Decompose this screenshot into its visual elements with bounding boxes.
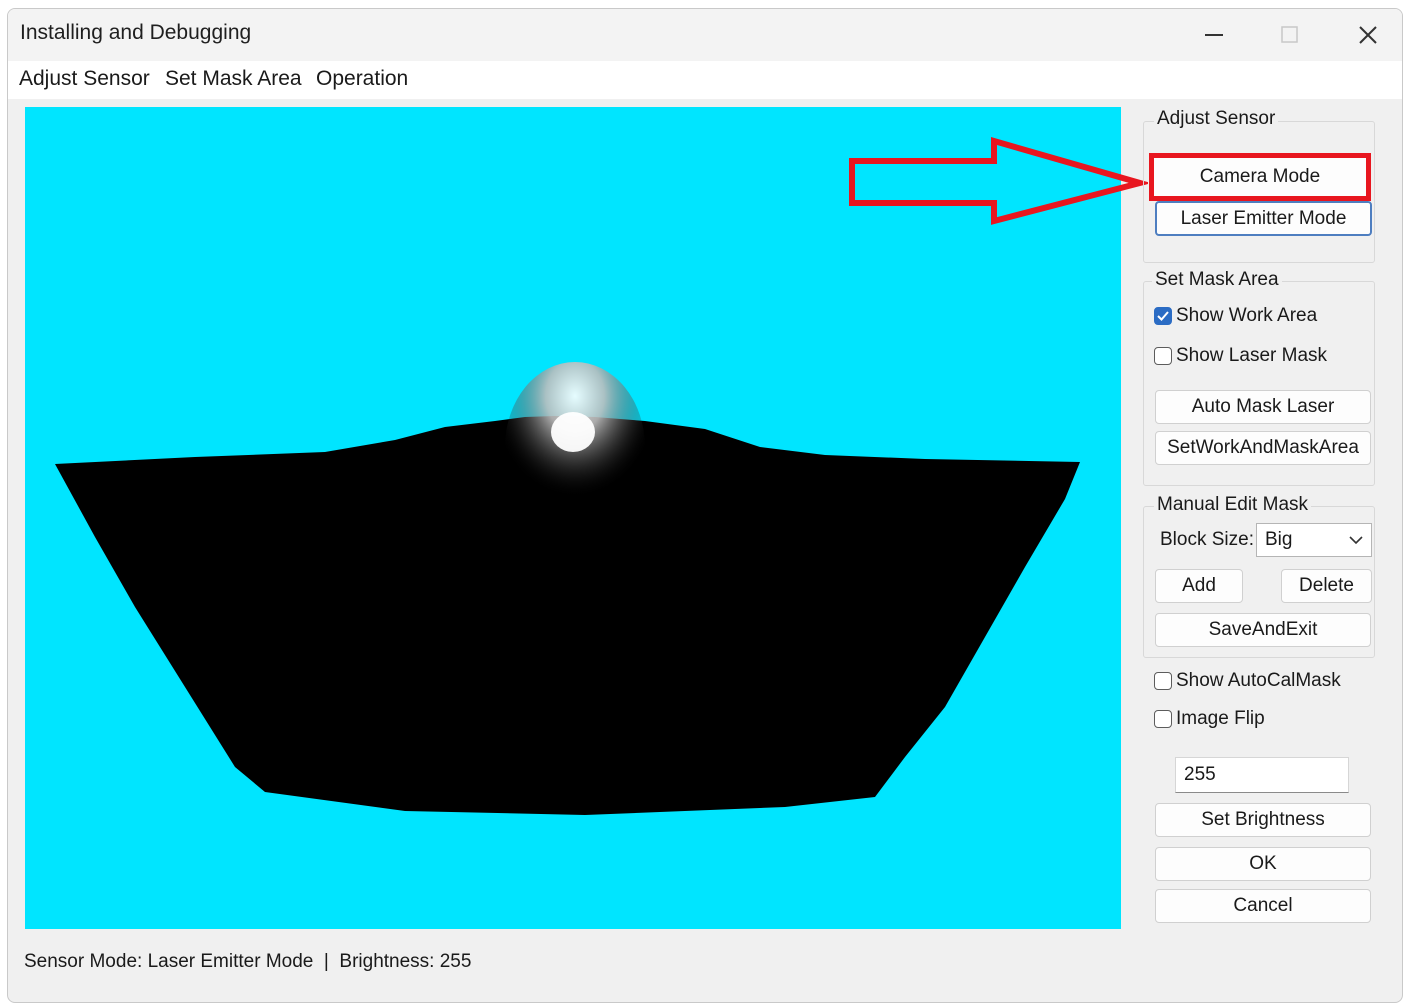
delete-button[interactable]: Delete xyxy=(1281,569,1372,603)
menu-adjust-sensor[interactable]: Adjust Sensor xyxy=(19,67,150,91)
show-autocalmask-checkbox[interactable]: Show AutoCalMask xyxy=(1154,670,1341,692)
image-flip-label: Image Flip xyxy=(1176,708,1265,729)
brightness-input[interactable]: 255 xyxy=(1175,757,1349,793)
minimize-button[interactable] xyxy=(1192,15,1236,55)
block-size-value: Big xyxy=(1265,529,1293,550)
set-work-and-mask-area-button[interactable]: SetWorkAndMaskArea xyxy=(1155,431,1371,465)
checkbox-empty-icon xyxy=(1154,347,1172,365)
show-work-area-label: Show Work Area xyxy=(1176,305,1318,326)
title-bar[interactable]: Installing and Debugging xyxy=(8,9,1402,61)
annotation-arrow-icon xyxy=(849,137,1148,225)
add-button[interactable]: Add xyxy=(1155,569,1243,603)
laser-emitter-mode-button[interactable]: Laser Emitter Mode xyxy=(1155,201,1372,236)
auto-mask-laser-button[interactable]: Auto Mask Laser xyxy=(1155,390,1371,424)
show-laser-mask-label: Show Laser Mask xyxy=(1176,345,1328,366)
minimize-icon xyxy=(1205,34,1223,36)
set-mask-area-legend: Set Mask Area xyxy=(1152,269,1282,291)
menu-set-mask-area[interactable]: Set Mask Area xyxy=(165,67,302,91)
chevron-down-icon xyxy=(1349,536,1363,545)
window-title: Installing and Debugging xyxy=(20,21,252,44)
adjust-sensor-legend: Adjust Sensor xyxy=(1154,108,1279,130)
ok-button[interactable]: OK xyxy=(1155,847,1371,881)
maximize-button[interactable] xyxy=(1268,15,1312,55)
camera-mode-button[interactable]: Camera Mode xyxy=(1149,153,1371,201)
show-autocalmask-label: Show AutoCalMask xyxy=(1176,670,1341,691)
close-button[interactable] xyxy=(1346,15,1390,55)
cancel-button[interactable]: Cancel xyxy=(1155,889,1371,923)
maximize-icon xyxy=(1281,26,1298,43)
checkbox-empty-icon xyxy=(1154,672,1172,690)
camera-viewport[interactable] xyxy=(25,107,1121,929)
manual-edit-mask-legend: Manual Edit Mask xyxy=(1154,494,1312,516)
sensor-image xyxy=(55,362,1080,815)
checkbox-empty-icon xyxy=(1154,710,1172,728)
set-brightness-button[interactable]: Set Brightness xyxy=(1155,803,1371,837)
image-flip-checkbox[interactable]: Image Flip xyxy=(1154,708,1265,730)
close-icon xyxy=(1359,26,1377,44)
block-size-select[interactable]: Big xyxy=(1256,523,1372,557)
show-work-area-checkbox[interactable]: Show Work Area xyxy=(1154,305,1317,327)
show-laser-mask-checkbox[interactable]: Show Laser Mask xyxy=(1154,345,1327,367)
save-and-exit-button[interactable]: SaveAndExit xyxy=(1155,613,1371,647)
menu-bar: Adjust Sensor Set Mask Area Operation xyxy=(8,61,1402,99)
status-text: Sensor Mode: Laser Emitter Mode | Bright… xyxy=(24,951,472,972)
menu-operation[interactable]: Operation xyxy=(316,67,408,91)
app-window: Installing and Debugging Adjust Sensor S… xyxy=(7,8,1403,1003)
block-size-label: Block Size: xyxy=(1160,529,1254,550)
checkbox-checked-icon xyxy=(1154,307,1172,325)
